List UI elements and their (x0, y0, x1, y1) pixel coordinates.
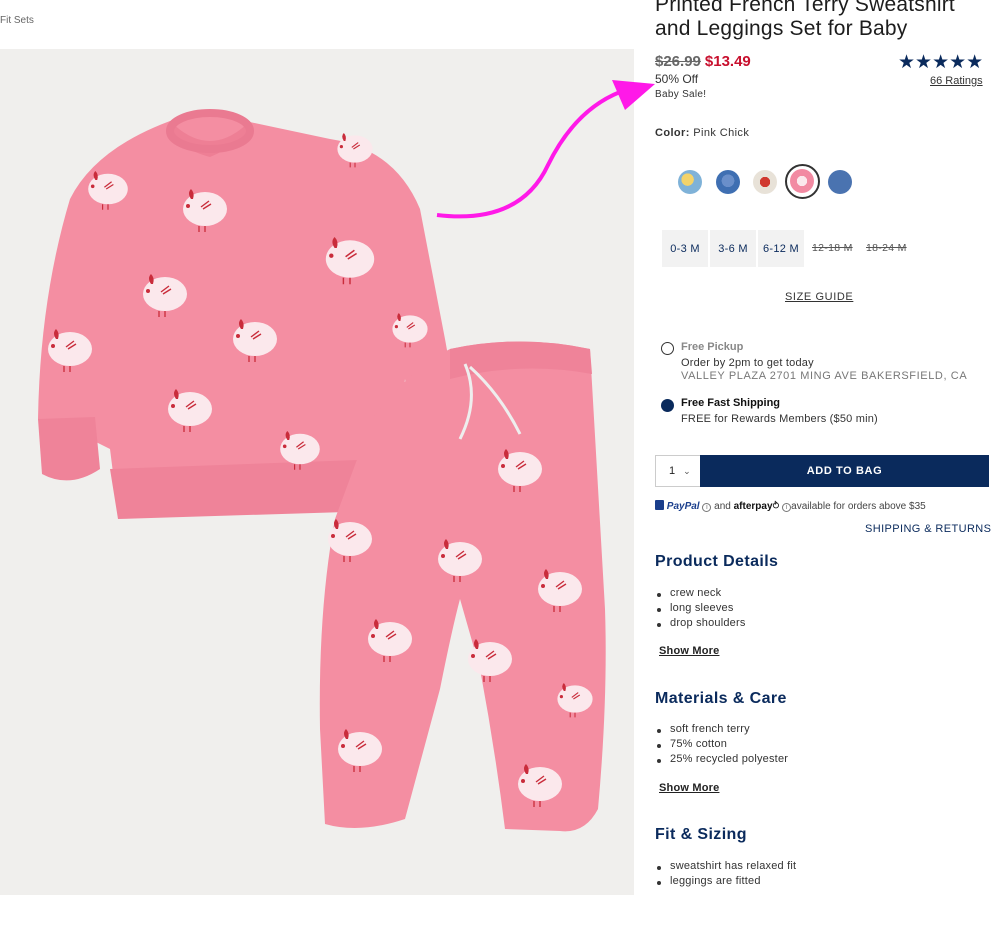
ratings-link[interactable]: 66 Ratings (930, 75, 983, 87)
list-item: soft french terry (656, 723, 788, 738)
shipping-returns-link[interactable]: SHIPPING & RETURNS (865, 523, 991, 535)
list-item: crew neck (657, 587, 746, 602)
product-details-list: crew neck long sleeves drop shoulders (657, 587, 746, 632)
color-label-key: Color: (655, 127, 690, 139)
afterpay-info-icon[interactable]: i (782, 503, 792, 512)
afterpay-logo-icon: ⥁ (772, 501, 780, 512)
size-3-6m[interactable]: 3-6 M (710, 230, 756, 267)
original-price: $26.99 (655, 53, 701, 70)
size-guide-link[interactable]: SIZE GUIDE (785, 291, 853, 303)
rating-stars[interactable]: ★★★★★ (898, 51, 983, 74)
details-show-more[interactable]: Show More (659, 645, 719, 657)
percent-off: 50% Off (655, 72, 699, 86)
materials-care-heading[interactable]: Materials & Care (655, 690, 787, 708)
pickup-title: Free Pickup (681, 341, 744, 353)
swatch-blue-print[interactable] (716, 170, 740, 194)
sale-label: Baby Sale! (655, 89, 707, 100)
size-12-18m-unavailable[interactable]: 12-18 M (812, 242, 853, 254)
list-item: leggings are fitted (656, 875, 796, 890)
product-image[interactable] (0, 49, 634, 895)
shipping-radio-selected[interactable] (661, 399, 674, 412)
pickup-cutoff: Order by 2pm to get today (681, 357, 814, 369)
materials-list: soft french terry 75% cotton 25% recycle… (656, 723, 788, 768)
quantity-value: 1 (669, 465, 676, 477)
list-item: drop shoulders (657, 617, 746, 632)
product-title-line1: Printed French Terry Sweatshirt (655, 0, 955, 16)
list-item: 25% recycled polyester (656, 753, 788, 768)
pickup-store[interactable]: VALLEY PLAZA 2701 MING AVE BAKERSFIELD, … (681, 370, 967, 382)
swatch-blue-solid[interactable] (828, 170, 852, 194)
available-text: available for orders above $35 (791, 501, 926, 512)
product-photo-illustration (38, 109, 606, 832)
product-title: Printed French Terry Sweatshirt and Legg… (655, 0, 955, 41)
chevron-down-icon: ⌄ (683, 465, 691, 476)
breadcrumb[interactable]: Fit Sets (0, 15, 34, 26)
color-selected-name: Pink Chick (693, 127, 750, 139)
swatch-pink-chick[interactable] (790, 169, 814, 193)
add-to-bag-button[interactable]: ADD TO BAG (700, 455, 989, 487)
product-details-heading[interactable]: Product Details (655, 553, 778, 571)
and-text: and (714, 501, 731, 512)
price: $26.99 $13.49 (655, 53, 751, 70)
quantity-select[interactable]: 1 ⌄ (655, 455, 701, 487)
size-0-3m[interactable]: 0-3 M (662, 230, 708, 267)
shipping-sub: FREE for Rewards Members ($50 min) (681, 413, 878, 425)
sale-price: $13.49 (704, 53, 751, 70)
product-title-line2: and Leggings Set for Baby (655, 17, 908, 40)
swatch-yellow-blue-print[interactable] (678, 170, 702, 194)
paypal-logo-icon (655, 500, 664, 510)
size-6-12m[interactable]: 6-12 M (758, 230, 804, 267)
size-18-24m-unavailable[interactable]: 18-24 M (866, 242, 907, 254)
paypal-info-icon[interactable]: i (702, 503, 712, 512)
list-item: sweatshirt has relaxed fit (656, 860, 796, 875)
paypal-label: PayPal (666, 501, 700, 512)
payment-options: PayPal i and afterpay⥁ i available for or… (655, 500, 926, 512)
afterpay-label: afterpay (733, 501, 773, 512)
fit-sizing-heading[interactable]: Fit & Sizing (655, 826, 747, 844)
fit-list: sweatshirt has relaxed fit leggings are … (656, 860, 796, 890)
list-item: 75% cotton (656, 738, 788, 753)
list-item: long sleeves (657, 602, 746, 617)
materials-show-more[interactable]: Show More (659, 782, 719, 794)
pickup-radio[interactable] (661, 342, 674, 355)
color-label: Color: Pink Chick (655, 127, 749, 139)
shipping-title: Free Fast Shipping (681, 397, 781, 409)
swatch-strawberry-print[interactable] (753, 170, 777, 194)
